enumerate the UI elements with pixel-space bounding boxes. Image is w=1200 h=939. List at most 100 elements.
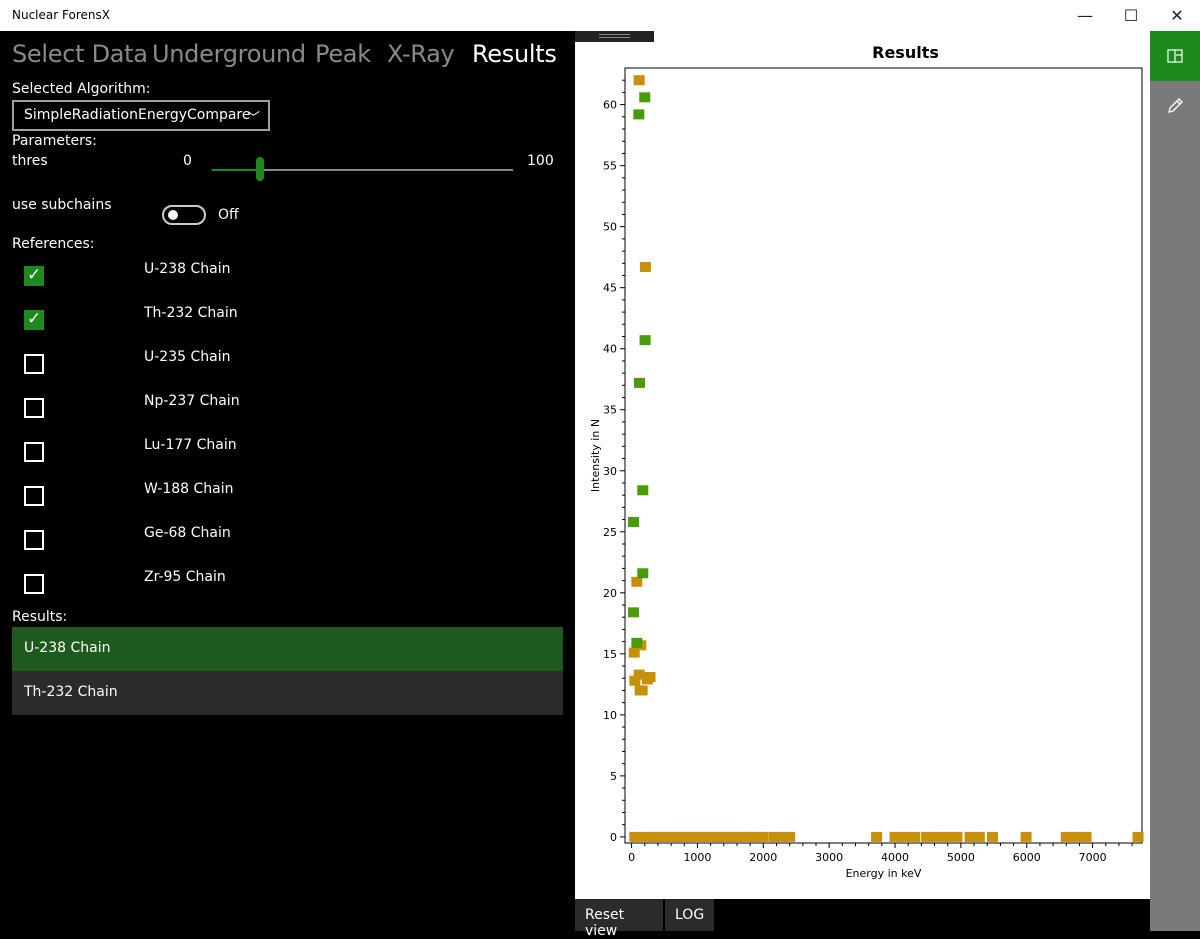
data-point[interactable]	[1080, 831, 1092, 842]
reference-label: U-235 Chain	[144, 349, 231, 365]
reference-checkbox[interactable]	[24, 354, 44, 374]
data-point[interactable]	[1020, 831, 1032, 842]
y-tick-label: 20	[603, 587, 617, 600]
sidebar-panel-button[interactable]	[1150, 31, 1200, 81]
data-point[interactable]	[641, 674, 653, 685]
reference-label: W-188 Chain	[144, 481, 234, 497]
y-tick-label: 30	[603, 465, 617, 478]
y-tick-label: 50	[603, 221, 617, 234]
y-axis-label: Intensity in N	[589, 419, 602, 492]
plot-area[interactable]	[624, 67, 1143, 844]
subchains-toggle[interactable]	[162, 205, 206, 225]
maximize-icon: ☐	[1123, 6, 1139, 25]
thres-slider-thumb[interactable]	[256, 157, 265, 181]
reset-view-button[interactable]: Reset view	[575, 899, 663, 939]
data-point[interactable]	[631, 576, 643, 587]
reference-label: U-238 Chain	[144, 261, 231, 277]
data-point[interactable]	[1070, 831, 1082, 842]
reference-label: Zr-95 Chain	[144, 569, 226, 585]
close-button[interactable]: ✕	[1154, 0, 1200, 31]
maximize-button[interactable]: ☐	[1108, 0, 1154, 31]
data-point[interactable]	[629, 675, 641, 686]
reference-checkbox[interactable]: ✓	[24, 265, 44, 286]
data-point[interactable]	[639, 261, 651, 272]
thres-label: thres	[12, 153, 48, 169]
pencil-icon	[1168, 98, 1183, 113]
data-point[interactable]	[784, 831, 796, 842]
algorithm-label: Selected Algorithm:	[12, 81, 151, 97]
data-point[interactable]	[629, 831, 641, 842]
data-point[interactable]	[633, 75, 645, 86]
parameters-label: Parameters:	[12, 133, 97, 149]
pane-gripper[interactable]	[575, 31, 654, 42]
thres-max-label: 100	[527, 153, 554, 169]
reference-checkbox[interactable]: ✓	[24, 309, 44, 330]
minimize-icon: —	[1077, 6, 1093, 25]
title-bar: Nuclear ForensX — ☐ ✕	[0, 0, 1200, 31]
tab-underground[interactable]: Underground	[152, 40, 306, 68]
reference-label: Lu-177 Chain	[144, 437, 237, 453]
data-point[interactable]	[1132, 831, 1144, 842]
algorithm-select[interactable]: SimpleRadiationEnergyCompare ﹀	[12, 100, 270, 131]
y-tick-label: 45	[603, 282, 617, 295]
app-title: Nuclear ForensX	[12, 8, 110, 22]
data-point[interactable]	[637, 568, 649, 579]
data-point[interactable]	[628, 517, 640, 528]
sidebar-edit-button[interactable]	[1150, 81, 1200, 131]
data-point[interactable]	[930, 831, 942, 842]
data-point[interactable]	[973, 831, 985, 842]
data-point[interactable]	[951, 831, 963, 842]
reference-checkbox[interactable]	[24, 574, 44, 594]
results-chart[interactable]: Results 0 5 10 15 20 25 30 35 40 45 50 55 60 0 1000 2000…	[575, 31, 1150, 899]
reference-checkbox[interactable]	[24, 486, 44, 506]
x-tick-label: 1000	[683, 851, 711, 864]
data-point[interactable]	[909, 831, 921, 842]
y-tick-label: 25	[603, 526, 617, 539]
data-point[interactable]	[871, 831, 883, 842]
reference-checkbox[interactable]	[24, 530, 44, 550]
tab-select-data[interactable]: Select Data	[12, 40, 148, 68]
tab-x-ray[interactable]: X-Ray	[387, 40, 455, 68]
reference-checkbox[interactable]	[24, 398, 44, 418]
data-point[interactable]	[634, 685, 646, 696]
y-tick-label: 10	[603, 709, 617, 722]
result-item[interactable]: Th-232 Chain	[12, 671, 563, 715]
x-tick-label: 2000	[749, 851, 777, 864]
chevron-down-icon: ﹀	[246, 111, 260, 126]
data-point[interactable]	[986, 831, 998, 842]
log-button[interactable]: LOG	[665, 899, 714, 931]
result-item-label: U-238 Chain	[24, 640, 111, 656]
toggle-knob	[168, 210, 178, 220]
data-point[interactable]	[628, 607, 640, 618]
y-tick-label: 0	[610, 831, 617, 844]
data-point[interactable]	[628, 647, 640, 658]
y-tick-label: 60	[603, 99, 617, 112]
y-tick-label: 35	[603, 404, 617, 417]
y-tick-label: 40	[603, 343, 617, 356]
data-point[interactable]	[889, 831, 901, 842]
x-tick-label: 5000	[947, 851, 975, 864]
data-point[interactable]	[757, 831, 769, 842]
minimize-button[interactable]: —	[1062, 0, 1108, 31]
data-point[interactable]	[633, 377, 645, 388]
reference-label: Ge-68 Chain	[144, 525, 231, 541]
data-point[interactable]	[633, 109, 645, 120]
data-point[interactable]	[940, 831, 952, 842]
references-label: References:	[12, 236, 95, 252]
x-tick-label: 3000	[815, 851, 843, 864]
data-point[interactable]	[631, 637, 643, 648]
reference-checkbox[interactable]	[24, 442, 44, 462]
reference-label: Np-237 Chain	[144, 393, 240, 409]
tab-peak[interactable]: Peak	[315, 40, 371, 68]
result-item[interactable]: U-238 Chain	[12, 627, 563, 671]
data-point[interactable]	[639, 92, 651, 103]
data-point[interactable]	[637, 485, 649, 496]
data-point[interactable]	[899, 831, 911, 842]
data-point[interactable]	[1060, 831, 1072, 842]
checkmark-icon: ✓	[27, 265, 42, 285]
data-point[interactable]	[639, 335, 651, 346]
tab-results[interactable]: Results	[472, 40, 557, 68]
reference-label: Th-232 Chain	[144, 305, 238, 321]
thres-slider[interactable]	[212, 157, 513, 181]
chart-pane: Results 0 5 10 15 20 25 30 35 40 45 50 55 60 0 1000 2000…	[575, 31, 1150, 899]
